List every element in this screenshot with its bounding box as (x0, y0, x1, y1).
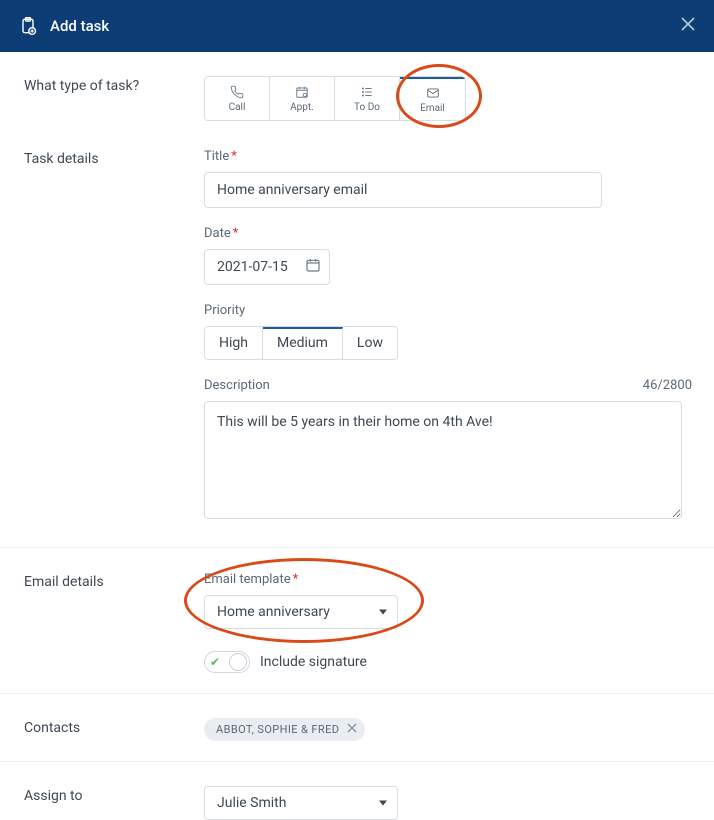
divider (0, 547, 714, 548)
task-type-todo-label: To Do (354, 102, 380, 113)
list-icon (358, 85, 376, 99)
title-input[interactable] (204, 172, 602, 208)
description-label: Description (204, 378, 270, 393)
priority-group: High Medium Low (204, 326, 398, 360)
divider (0, 761, 714, 762)
assign-to-value: Julie Smith (217, 795, 286, 811)
task-type-call-label: Call (229, 102, 246, 113)
date-input[interactable] (217, 259, 299, 275)
date-input-wrapper[interactable] (204, 249, 330, 285)
task-type-appt[interactable]: Appt. (270, 77, 335, 120)
dialog-title: Add task (50, 17, 109, 35)
task-type-email-label: Email (420, 103, 445, 114)
priority-medium[interactable]: Medium (263, 327, 343, 359)
calendar-icon (293, 85, 311, 99)
email-details-label: Email details (24, 572, 204, 673)
description-textarea[interactable] (204, 401, 682, 519)
date-label: Date* (204, 226, 692, 241)
close-icon[interactable] (680, 16, 696, 36)
task-type-email[interactable]: Email (400, 77, 465, 120)
contact-chip[interactable]: ABBOT, SOPHIE & FRED (204, 718, 365, 741)
check-icon: ✔ (210, 655, 220, 669)
priority-low[interactable]: Low (343, 327, 397, 359)
mail-icon (424, 86, 442, 100)
description-count: 46/2800 (643, 378, 692, 393)
task-type-group: Call Appt. (204, 76, 466, 121)
phone-icon (228, 85, 246, 99)
email-template-label: Email template* (204, 572, 692, 587)
dialog-header: Add task (0, 0, 714, 52)
chip-remove-icon[interactable] (347, 723, 357, 736)
dropdown-caret-icon (379, 801, 387, 806)
email-template-select[interactable]: Home anniversary (204, 595, 398, 629)
toggle-knob (229, 653, 247, 671)
assign-to-label: Assign to (24, 786, 204, 820)
title-label: Title* (204, 149, 692, 164)
clipboard-add-icon (18, 16, 38, 36)
contacts-label: Contacts (24, 718, 204, 741)
email-template-value: Home anniversary (217, 604, 330, 620)
contact-chip-label: ABBOT, SOPHIE & FRED (216, 723, 339, 736)
task-type-label: What type of task? (24, 76, 204, 121)
include-signature-label: Include signature (260, 654, 367, 670)
task-type-call[interactable]: Call (205, 77, 270, 120)
priority-label: Priority (204, 303, 692, 318)
task-details-label: Task details (24, 149, 204, 523)
task-type-todo[interactable]: To Do (335, 77, 400, 120)
dropdown-caret-icon (379, 610, 387, 615)
include-signature-toggle[interactable]: ✔ (204, 651, 250, 673)
divider (0, 693, 714, 694)
assign-to-select[interactable]: Julie Smith (204, 786, 398, 820)
task-type-appt-label: Appt. (290, 102, 314, 113)
calendar-picker-icon[interactable] (305, 257, 321, 277)
priority-high[interactable]: High (205, 327, 263, 359)
